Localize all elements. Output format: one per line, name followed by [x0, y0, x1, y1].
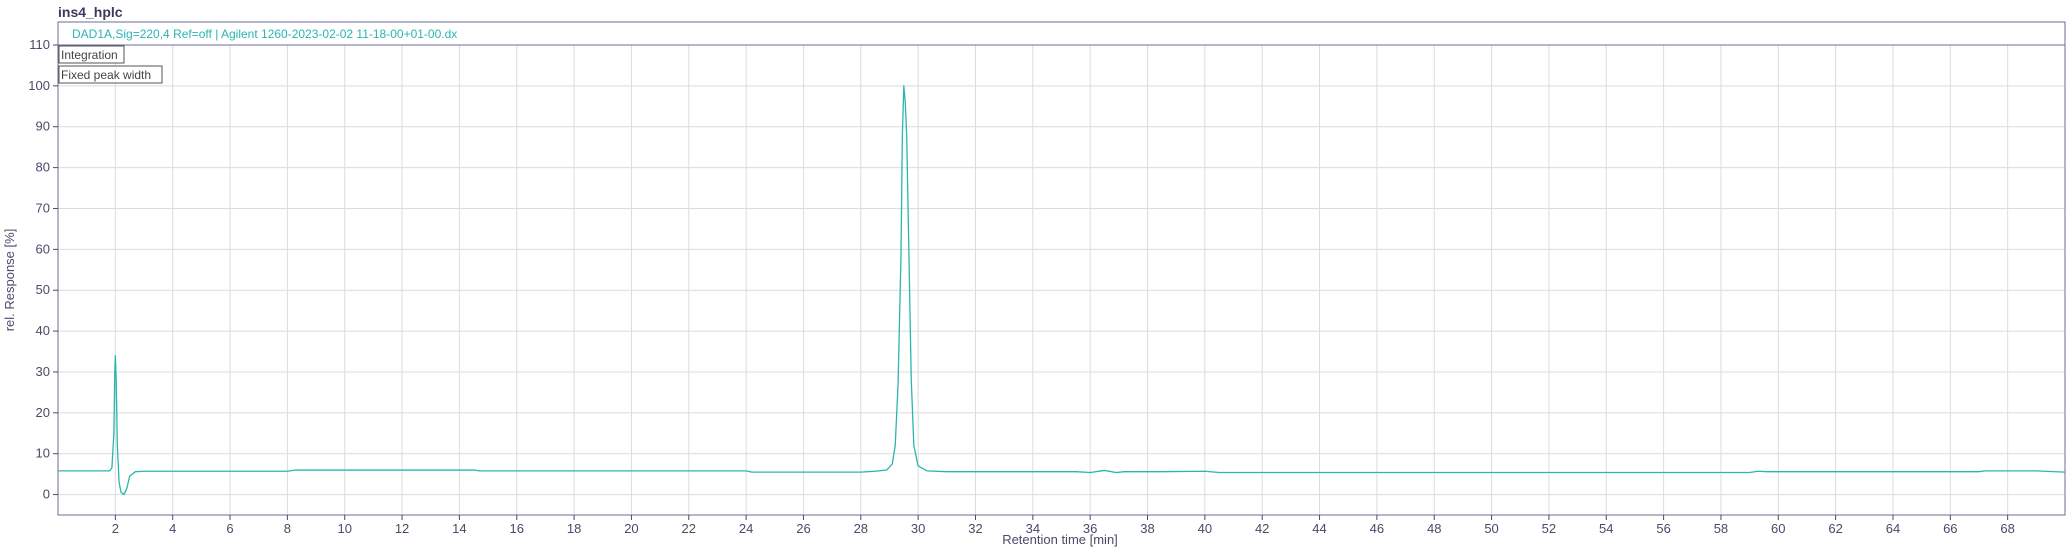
x-tick-label: 42: [1255, 521, 1269, 536]
x-tick-label: 56: [1656, 521, 1670, 536]
fixed-peak-width-annotation: Fixed peak width: [61, 68, 151, 82]
x-tick-label: 66: [1943, 521, 1957, 536]
y-tick-label: 20: [36, 405, 50, 420]
y-tick-label: 90: [36, 119, 50, 134]
x-tick-label: 8: [284, 521, 291, 536]
y-tick-label: 30: [36, 364, 50, 379]
y-tick-label: 80: [36, 160, 50, 175]
x-axis-label: Retention time [min]: [1002, 532, 1118, 547]
x-tick-label: 26: [796, 521, 810, 536]
x-tick-label: 54: [1599, 521, 1613, 536]
plot-frame: [57, 44, 2066, 516]
y-axis-label: rel. Response [%]: [2, 229, 17, 332]
integration-annotation: Integration: [61, 48, 118, 62]
x-tick-label: 48: [1427, 521, 1441, 536]
x-tick-label: 60: [1771, 521, 1785, 536]
y-tick-label: 70: [36, 200, 50, 215]
y-tick-layer: 0 10 20 30 40 50 60 70 80 90 100 110: [28, 37, 58, 502]
x-tick-label: 16: [510, 521, 524, 536]
x-tick-label: 10: [337, 521, 351, 536]
y-tick-label: 50: [36, 282, 50, 297]
x-tick-label: 14: [452, 521, 466, 536]
grid-layer: [58, 44, 2065, 515]
x-tick-label: 64: [1886, 521, 1900, 536]
y-tick-label: 10: [36, 446, 50, 461]
x-tick-label: 2: [112, 521, 119, 536]
chart-title: ins4_hplc: [58, 4, 123, 20]
x-tick-label: 28: [854, 521, 868, 536]
x-tick-label: 58: [1714, 521, 1728, 536]
x-tick-label: 4: [169, 521, 176, 536]
x-tick-label: 18: [567, 521, 581, 536]
y-tick-label: 100: [28, 78, 50, 93]
x-tick-label: 22: [682, 521, 696, 536]
x-tick-label: 6: [226, 521, 233, 536]
chromatogram-chart: ins4_hplc DAD1A,Sig=220,4 Ref=off | Agil…: [2, 4, 2066, 547]
x-tick-label: 62: [1828, 521, 1842, 536]
x-tick-label: 46: [1370, 521, 1384, 536]
legend-entry: DAD1A,Sig=220,4 Ref=off | Agilent 1260-2…: [72, 27, 457, 41]
y-tick-label: 110: [29, 37, 50, 52]
x-tick-label: 40: [1198, 521, 1212, 536]
x-tick-label: 20: [624, 521, 638, 536]
chart-root: ins4_hplc DAD1A,Sig=220,4 Ref=off | Agil…: [0, 0, 2067, 549]
x-tick-label: 38: [1140, 521, 1154, 536]
annotation-layer: Integration Fixed peak width: [58, 45, 163, 84]
x-tick-label: 50: [1484, 521, 1498, 536]
y-tick-label: 0: [43, 487, 50, 502]
x-tick-label: 52: [1542, 521, 1556, 536]
x-tick-label: 24: [739, 521, 753, 536]
y-tick-label: 60: [36, 241, 50, 256]
x-tick-label: 32: [968, 521, 982, 536]
x-tick-label: 12: [395, 521, 409, 536]
x-tick-label: 44: [1312, 521, 1326, 536]
x-tick-label: 68: [2000, 521, 2014, 536]
y-tick-label: 40: [36, 323, 50, 338]
x-tick-label: 30: [911, 521, 925, 536]
